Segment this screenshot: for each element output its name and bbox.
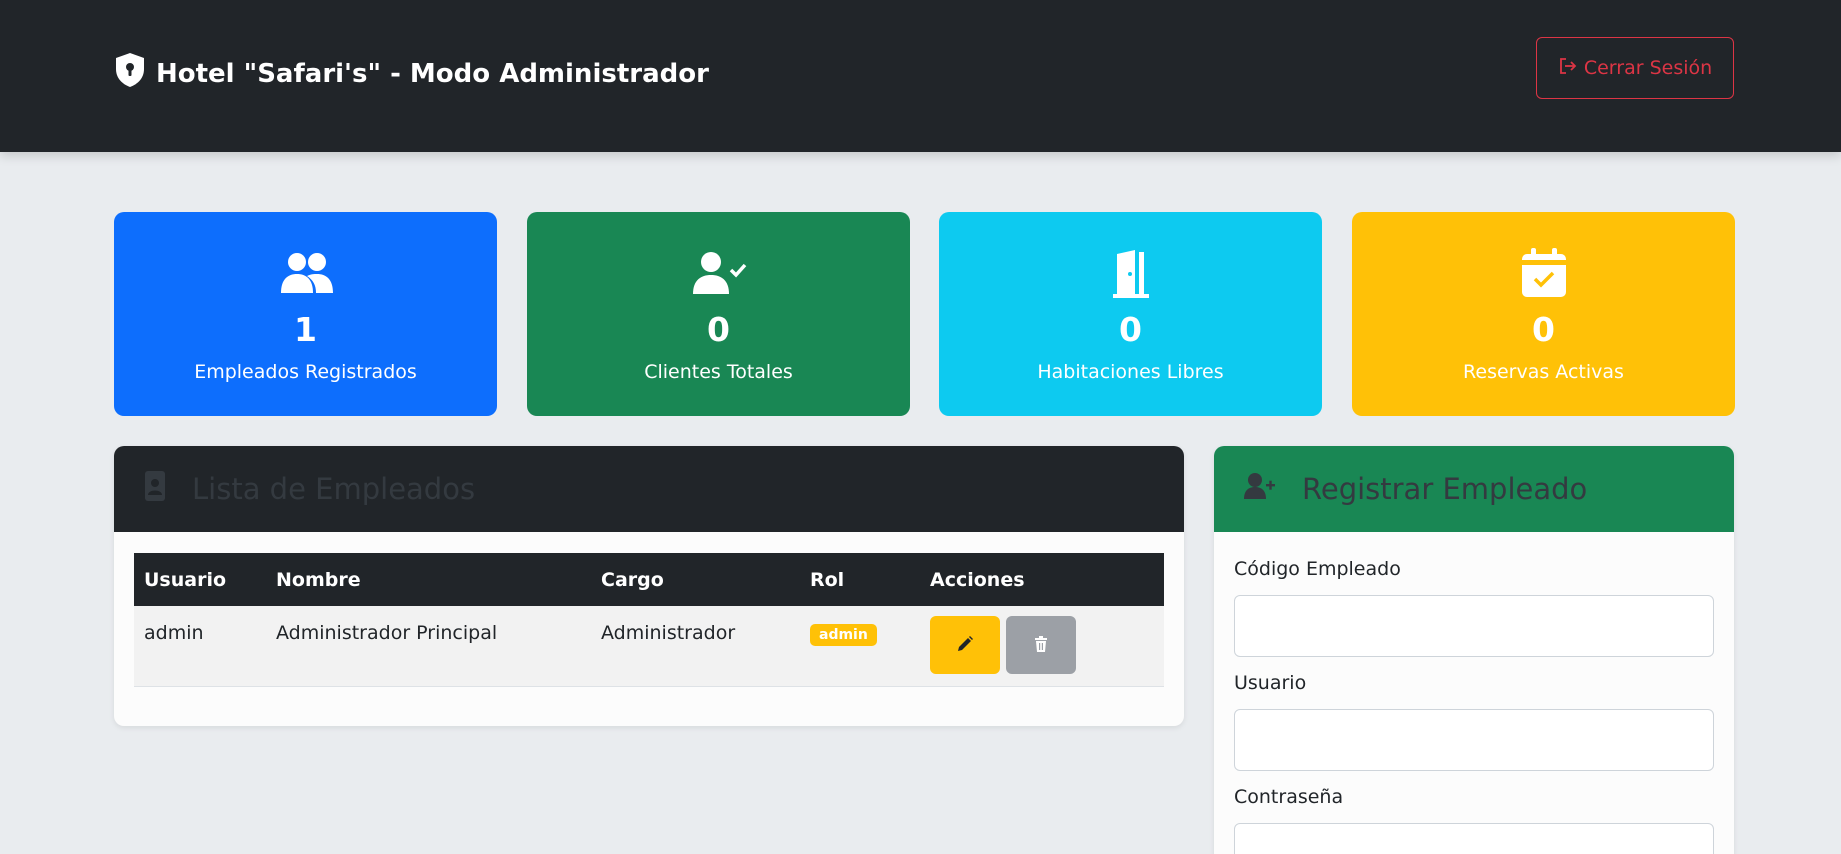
username-label: Usuario: [1234, 672, 1307, 694]
column-header: Cargo: [591, 553, 800, 606]
employee-list-card: Lista de Empleados Usuario Nombre Cargo …: [114, 446, 1184, 726]
column-header: Nombre: [266, 553, 591, 606]
password-label: Contraseña: [1234, 786, 1344, 808]
contact-card-icon: [144, 470, 166, 509]
calendar-check-icon: [1516, 248, 1572, 298]
table-header-row: Usuario Nombre Cargo Rol Acciones: [134, 553, 1164, 606]
role-badge: admin: [810, 624, 877, 646]
employee-list-header: Lista de Empleados: [114, 446, 1184, 532]
table-row: admin Administrador Principal Administra…: [134, 606, 1164, 687]
password-input[interactable]: [1234, 823, 1714, 854]
employee-list-title: Lista de Empleados: [192, 472, 476, 506]
register-employee-header: Registrar Empleado: [1214, 446, 1734, 532]
stat-card-employees: 1 Empleados Registrados: [114, 212, 497, 416]
column-header: Acciones: [920, 553, 1164, 606]
employee-code-input[interactable]: [1234, 595, 1714, 657]
user-check-icon: [691, 248, 747, 298]
column-header: Rol: [800, 553, 920, 606]
users-icon: [278, 248, 334, 298]
stat-card-rooms: 0 Habitaciones Libres: [939, 212, 1322, 416]
stat-label: Habitaciones Libres: [1037, 361, 1224, 383]
brand: Hotel "Safari's" - Modo Administrador: [114, 52, 709, 95]
stat-label: Clientes Totales: [644, 361, 793, 383]
logout-label: Cerrar Sesión: [1583, 57, 1713, 79]
top-navbar: Hotel "Safari's" - Modo Administrador Ce…: [0, 0, 1841, 152]
register-employee-title: Registrar Empleado: [1302, 472, 1588, 506]
stat-card-reservations: 0 Reservas Activas: [1352, 212, 1735, 416]
stat-value: 0: [1532, 310, 1555, 349]
cell-rol: admin: [800, 606, 920, 687]
door-open-icon: [1103, 248, 1159, 298]
username-input[interactable]: [1234, 709, 1714, 771]
cell-acciones: [920, 606, 1164, 687]
edit-button[interactable]: [930, 616, 1000, 674]
stat-label: Empleados Registrados: [194, 361, 417, 383]
stat-value: 0: [707, 310, 730, 349]
stat-value: 0: [1119, 310, 1142, 349]
column-header: Usuario: [134, 553, 266, 606]
logout-icon: [1558, 56, 1578, 81]
cell-nombre: Administrador Principal: [266, 606, 591, 687]
register-employee-card: Registrar Empleado Código Empleado Usuar…: [1214, 446, 1734, 854]
logout-button[interactable]: Cerrar Sesión: [1536, 37, 1734, 99]
stat-value: 1: [294, 310, 317, 349]
shield-lock-icon: [114, 52, 146, 95]
delete-button[interactable]: [1006, 616, 1076, 674]
stat-card-clients: 0 Clientes Totales: [527, 212, 910, 416]
cell-cargo: Administrador: [591, 606, 800, 687]
stat-label: Reservas Activas: [1463, 361, 1624, 383]
trash-icon: [1032, 635, 1050, 656]
page-title: Hotel "Safari's" - Modo Administrador: [156, 58, 709, 89]
user-plus-icon: [1244, 472, 1276, 507]
cell-usuario: admin: [134, 606, 266, 687]
pencil-icon: [956, 635, 974, 656]
employee-code-label: Código Empleado: [1234, 558, 1401, 580]
employee-table: Usuario Nombre Cargo Rol Acciones admin …: [134, 553, 1164, 687]
